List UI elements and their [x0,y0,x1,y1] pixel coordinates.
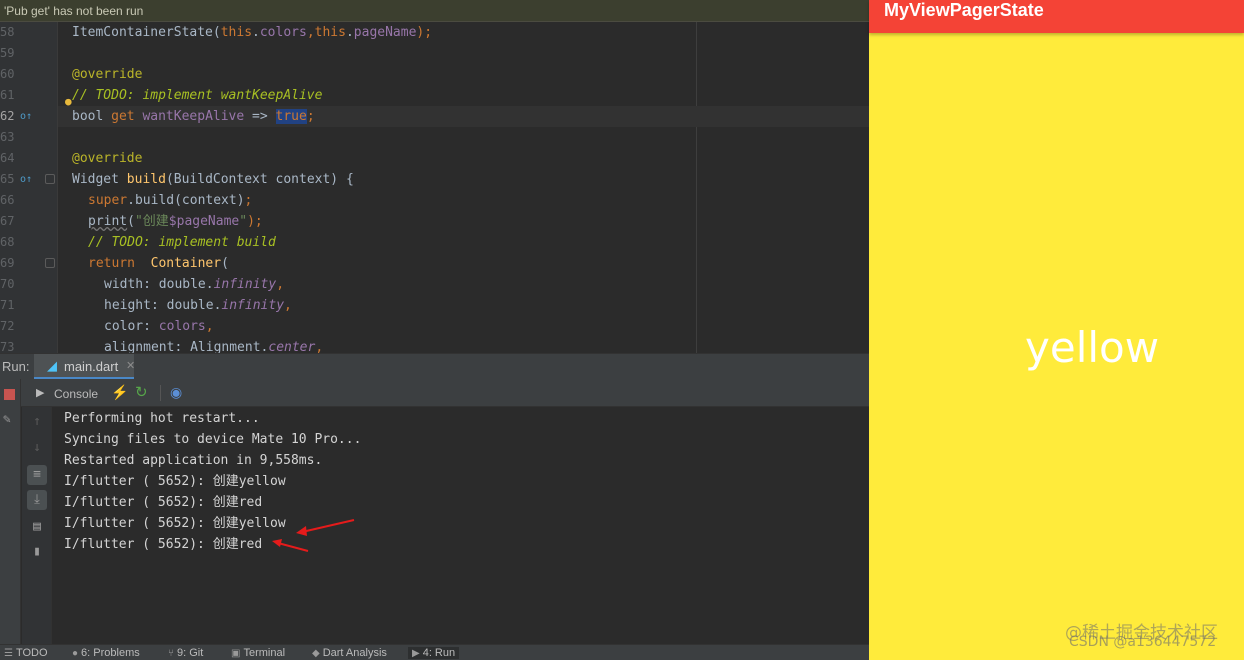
line-number: 59 [0,46,15,60]
code-line: @override [72,67,143,82]
line-number: 61 [0,88,15,102]
scroll-to-end-icon[interactable]: ⤓ [27,490,47,510]
console-output[interactable]: Performing hot restart... Syncing files … [53,407,869,644]
console-tab-label: Console [54,387,99,401]
console-icon: ▶ [36,387,45,399]
line-number: 67 [0,214,15,228]
dart-analysis-tool-button[interactable]: ◆ Dart Analysis [312,647,387,659]
line-number: 60 [0,67,15,81]
flutter-icon: ◢ [47,358,57,373]
ide-window: 'Pub get' has not been run 58 59 60 61 6… [0,0,869,660]
scroll-up-icon[interactable]: ↑ [27,412,47,432]
toolbar-separator [160,385,161,401]
pin-icon[interactable]: ✎ [3,412,11,427]
run-tool-window-header: Run: ◢ main.dart ✕ [0,353,869,380]
code-line: print("创建$pageName"); [88,214,263,229]
console-line: I/flutter ( 5652): 创建yellow [64,516,286,531]
line-number: 70 [0,277,15,291]
code-line: width: double.infinity, [104,277,285,292]
fold-toggle-icon[interactable] [45,258,55,268]
code-line: ItemContainerState(this.colors,this.page… [72,25,433,40]
dart-icon: ◆ [312,648,320,659]
console-line: I/flutter ( 5652): 创建yellow [64,474,286,489]
run-config-tab[interactable]: ◢ main.dart ✕ [34,354,135,380]
run-toolbar: ▶ Console ⚡ ↻ ◉ [0,379,869,407]
app-bar: MyViewPagerState [869,0,1244,33]
code-line: return Container( [88,256,229,271]
run-label: Run: [2,359,30,374]
console-line: Restarted application in 9,558ms. [64,453,323,468]
code-area[interactable]: ItemContainerState(this.colors,this.page… [58,22,869,353]
stop-button[interactable] [4,389,15,400]
line-number: 63 [0,130,15,144]
line-number: 65 [0,172,15,186]
editor-gutter: 58 59 60 61 62 63 64 65 66 67 68 69 70 7… [0,22,58,353]
close-icon[interactable]: ✕ [126,359,135,372]
pub-get-notice-text: 'Pub get' has not been run [4,4,144,18]
app-bar-title: MyViewPagerState [884,0,1044,20]
hot-restart-icon[interactable]: ↻ [135,383,148,401]
device-preview: MyViewPagerState yellow @稀土掘金技术社区 CSDN @… [869,0,1244,660]
fold-toggle-icon[interactable] [45,174,55,184]
console-tab[interactable]: ▶ Console [32,379,102,407]
hot-reload-icon[interactable]: ⚡ [111,384,128,401]
selected-token: true [275,109,307,124]
code-line: @override [72,151,143,166]
console-line: Syncing files to device Mate 10 Pro... [64,432,362,447]
override-marker-icon[interactable]: o↑ [20,106,32,127]
code-editor[interactable]: 58 59 60 61 62 63 64 65 66 67 68 69 70 7… [0,22,869,353]
code-line: height: double.infinity, [104,298,292,313]
console-line: I/flutter ( 5652): 创建red [64,537,263,552]
watermark: CSDN @a136447572 [1069,634,1217,650]
problems-tool-button[interactable]: ● 6: Problems [72,647,140,659]
scroll-down-icon[interactable]: ↓ [27,438,47,458]
annotation-arrow [272,539,309,552]
code-line: alignment: Alignment.center, [104,340,324,353]
line-number: 72 [0,319,15,333]
terminal-icon: ▣ [231,648,241,659]
pub-get-notice[interactable]: 'Pub get' has not been run [0,0,869,22]
run-tool-button[interactable]: ▶ 4: Run [408,647,460,659]
code-line: color: colors, [104,319,214,334]
play-icon: ▶ [412,648,420,659]
line-number: 66 [0,193,15,207]
terminal-tool-button[interactable]: ▣ Terminal [231,647,285,659]
line-number: 64 [0,151,15,165]
console-line: Performing hot restart... [64,411,260,426]
tool-window-bar: ☰ TODO ● 6: Problems ⑂ 9: Git ▣ Terminal ◆ Da… [0,644,869,660]
code-line: Widget build(BuildContext context) { [72,172,354,187]
trash-icon[interactable]: ▮ [27,542,47,562]
code-line: // TODO: implement wantKeepAlive [72,88,323,103]
soft-wrap-icon[interactable]: ≡ [27,465,47,485]
list-icon: ☰ [4,648,13,659]
run-left-toolstrip: ✎ [0,379,21,644]
line-number: 68 [0,235,15,249]
print-icon[interactable]: ▤ [27,517,47,537]
line-number: 58 [0,25,15,39]
line-number: 71 [0,298,15,312]
info-icon: ● [72,648,79,659]
code-line: // TODO: implement build [88,235,276,250]
code-line: super.build(context); [88,193,253,208]
run-tab-label: main.dart [64,359,119,374]
console-side-tools: ↑ ↓ ≡ ⤓ ▤ ▮ [22,407,52,644]
branch-icon: ⑂ [168,648,174,659]
line-number: 62 [0,109,15,123]
page-label: yellow [1025,323,1160,372]
line-number: 69 [0,256,15,270]
todo-tool-button[interactable]: ☰ TODO [4,647,48,659]
line-number: 73 [0,340,15,353]
code-line-current: bool get wantKeepAlive => true; [58,106,869,127]
override-marker-icon[interactable]: o↑ [20,169,32,190]
console-line: I/flutter ( 5652): 创建red [64,495,263,510]
git-tool-button[interactable]: ⑂ 9: Git [168,647,203,659]
devtools-icon[interactable]: ◉ [170,384,182,401]
